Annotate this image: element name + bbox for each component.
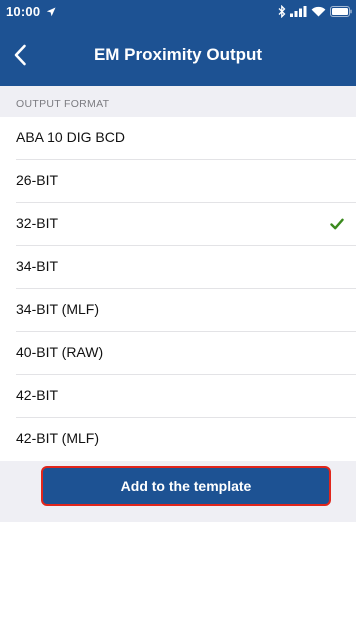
status-time: 10:00 <box>6 4 56 19</box>
output-format-option[interactable]: 42-BIT (MLF) <box>0 418 356 461</box>
option-label: 34-BIT <box>16 258 59 274</box>
option-label: 26-BIT <box>16 172 59 188</box>
chevron-left-icon <box>14 44 26 66</box>
battery-icon <box>330 5 352 17</box>
output-format-option[interactable]: 34-BIT (MLF) <box>0 289 356 332</box>
status-icons <box>278 4 352 18</box>
output-format-option[interactable]: 40-BIT (RAW) <box>0 332 356 375</box>
screen: 10:00 EM Proximity Output OUTPUT FORMAT … <box>0 0 356 624</box>
output-format-option[interactable]: 26-BIT <box>0 160 356 203</box>
output-format-option[interactable]: 42-BIT <box>0 375 356 418</box>
navigation-bar: EM Proximity Output <box>0 23 356 86</box>
output-format-option[interactable]: ABA 10 DIG BCD <box>0 117 356 160</box>
status-time-text: 10:00 <box>6 4 41 19</box>
checkmark-icon <box>330 218 344 230</box>
option-label: 42-BIT <box>16 387 59 403</box>
output-format-option[interactable]: 32-BIT <box>0 203 356 246</box>
wifi-icon <box>311 6 326 16</box>
option-label: 40-BIT (RAW) <box>16 344 104 360</box>
output-format-option[interactable]: 34-BIT <box>0 246 356 289</box>
back-button[interactable] <box>2 35 38 75</box>
status-bar: 10:00 <box>0 0 356 23</box>
option-label: 42-BIT (MLF) <box>16 430 99 446</box>
output-format-list: ABA 10 DIG BCD 26-BIT 32-BIT 34-BIT 34-B… <box>0 117 356 461</box>
cellular-signal-icon <box>290 5 307 17</box>
section-header: OUTPUT FORMAT <box>16 98 110 110</box>
option-label: ABA 10 DIG BCD <box>16 129 125 145</box>
add-to-template-button[interactable]: Add to the template <box>41 466 331 506</box>
bluetooth-icon <box>278 4 286 18</box>
option-label: 32-BIT <box>16 215 59 231</box>
option-label: 34-BIT (MLF) <box>16 301 99 317</box>
location-arrow-icon <box>46 7 56 17</box>
page-title: EM Proximity Output <box>93 45 263 64</box>
